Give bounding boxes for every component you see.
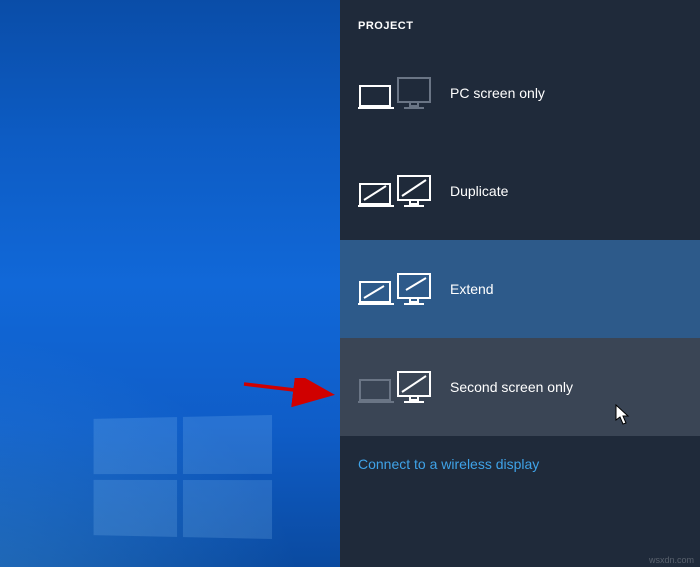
option-label: Duplicate <box>450 183 508 199</box>
pc-screen-only-icon <box>358 72 432 114</box>
duplicate-icon <box>358 170 432 212</box>
option-duplicate[interactable]: Duplicate <box>340 142 700 240</box>
connect-wireless-link[interactable]: Connect to a wireless display <box>358 456 539 472</box>
option-label: Extend <box>450 281 494 297</box>
windows-logo <box>94 415 272 539</box>
option-second-screen-only[interactable]: Second screen only <box>340 338 700 436</box>
option-pc-screen-only[interactable]: PC screen only <box>340 44 700 142</box>
option-extend[interactable]: Extend <box>340 240 700 338</box>
project-panel: PROJECT PC screen only Du <box>340 0 700 567</box>
option-label: PC screen only <box>450 85 545 101</box>
panel-title: PROJECT <box>340 0 700 44</box>
watermark: wsxdn.com <box>649 555 694 565</box>
second-screen-only-icon <box>358 366 432 408</box>
mouse-cursor-icon <box>615 404 631 426</box>
desktop-wallpaper <box>0 0 340 567</box>
link-row: Connect to a wireless display <box>340 436 700 494</box>
extend-icon <box>358 268 432 310</box>
annotation-arrow <box>242 378 342 408</box>
option-label: Second screen only <box>450 379 573 395</box>
